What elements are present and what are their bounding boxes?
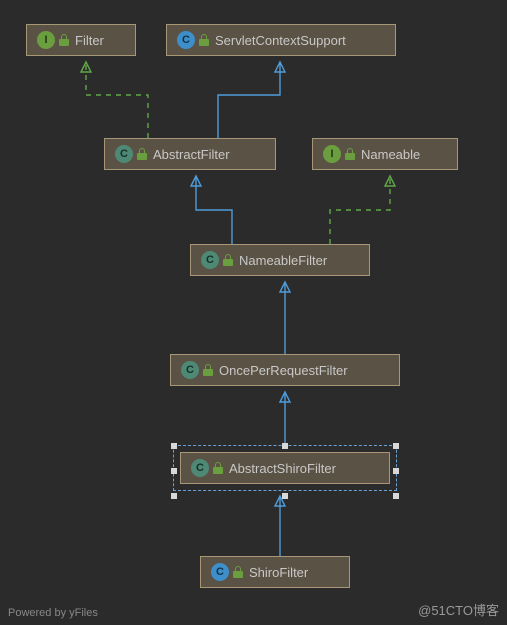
arrowhead-icon [280,392,290,402]
lock-icon [233,566,243,578]
selection-handle[interactable] [171,493,177,499]
class-node-shirofilter[interactable]: C ShiroFilter [200,556,350,588]
selection-handle[interactable] [282,493,288,499]
lock-icon [203,364,213,376]
class-node-nameable[interactable]: I Nameable [312,138,458,170]
interface-badge-icon: I [37,31,55,49]
edge-extends [196,176,232,244]
lock-icon [199,34,209,46]
selection-handle[interactable] [393,443,399,449]
selection-handle[interactable] [393,493,399,499]
footer-left: Powered by yFiles [8,607,98,619]
node-label: AbstractFilter [153,147,230,162]
node-label: Nameable [361,147,420,162]
class-node-nameablefilter[interactable]: C NameableFilter [190,244,370,276]
lock-icon [345,148,355,160]
interface-badge-icon: I [323,145,341,163]
lock-icon [59,34,69,46]
node-label: Filter [75,33,104,48]
selection-handle[interactable] [171,468,177,474]
lock-icon [137,148,147,160]
arrowhead-icon [191,176,201,186]
lock-icon [213,462,223,474]
node-label: ShiroFilter [249,565,308,580]
arrowhead-icon [385,176,395,186]
selection-handle[interactable] [282,443,288,449]
node-label: AbstractShiroFilter [229,461,336,476]
node-label: OncePerRequestFilter [219,363,348,378]
lock-icon [223,254,233,266]
class-badge-icon: C [201,251,219,269]
class-node-onceperreq[interactable]: C OncePerRequestFilter [170,354,400,386]
arrowhead-icon [81,62,91,72]
node-label: NameableFilter [239,253,327,268]
arrowhead-icon [275,62,285,72]
class-node-filter[interactable]: I Filter [26,24,136,56]
footer-right: @51CTO博客 [418,600,499,619]
class-node-servletctx[interactable]: C ServletContextSupport [166,24,396,56]
selection-handle[interactable] [393,468,399,474]
class-node-abstractfilter[interactable]: C AbstractFilter [104,138,276,170]
arrowhead-icon [280,282,290,292]
class-badge-icon: C [181,361,199,379]
class-badge-icon: C [115,145,133,163]
edge-implements [330,176,390,244]
edge-implements [86,62,148,138]
class-node-abstractshiro[interactable]: C AbstractShiroFilter [180,452,390,484]
node-label: ServletContextSupport [215,33,346,48]
class-badge-icon: C [211,563,229,581]
class-badge-icon: C [177,31,195,49]
selection-handle[interactable] [171,443,177,449]
class-badge-icon: C [191,459,209,477]
edge-extends [218,62,280,138]
